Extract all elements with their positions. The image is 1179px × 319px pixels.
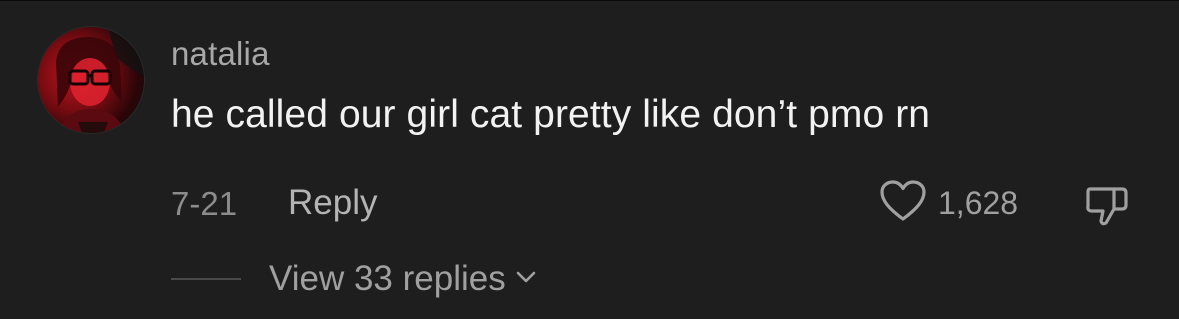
like-button[interactable]: 1,628 [878,179,1018,227]
thumbs-down-icon [1082,187,1132,233]
like-count: 1,628 [938,184,1019,221]
avatar[interactable] [38,27,144,133]
reply-button[interactable]: Reply [288,183,377,223]
dislike-button[interactable] [1082,179,1132,229]
view-replies-label: View 33 replies [269,259,506,298]
chevron-down-icon [514,265,538,294]
comment-text: he called our girl cat pretty like don’t… [171,93,931,136]
comment-username[interactable]: natalia [171,35,270,73]
comment-date: 7-21 [171,185,238,222]
replies-divider [171,278,241,280]
heart-icon [878,178,928,229]
view-replies-button[interactable]: View 33 replies [269,259,538,299]
view-replies-row: View 33 replies [171,255,538,303]
comment-item: natalia he called our girl cat pretty li… [0,0,1179,319]
